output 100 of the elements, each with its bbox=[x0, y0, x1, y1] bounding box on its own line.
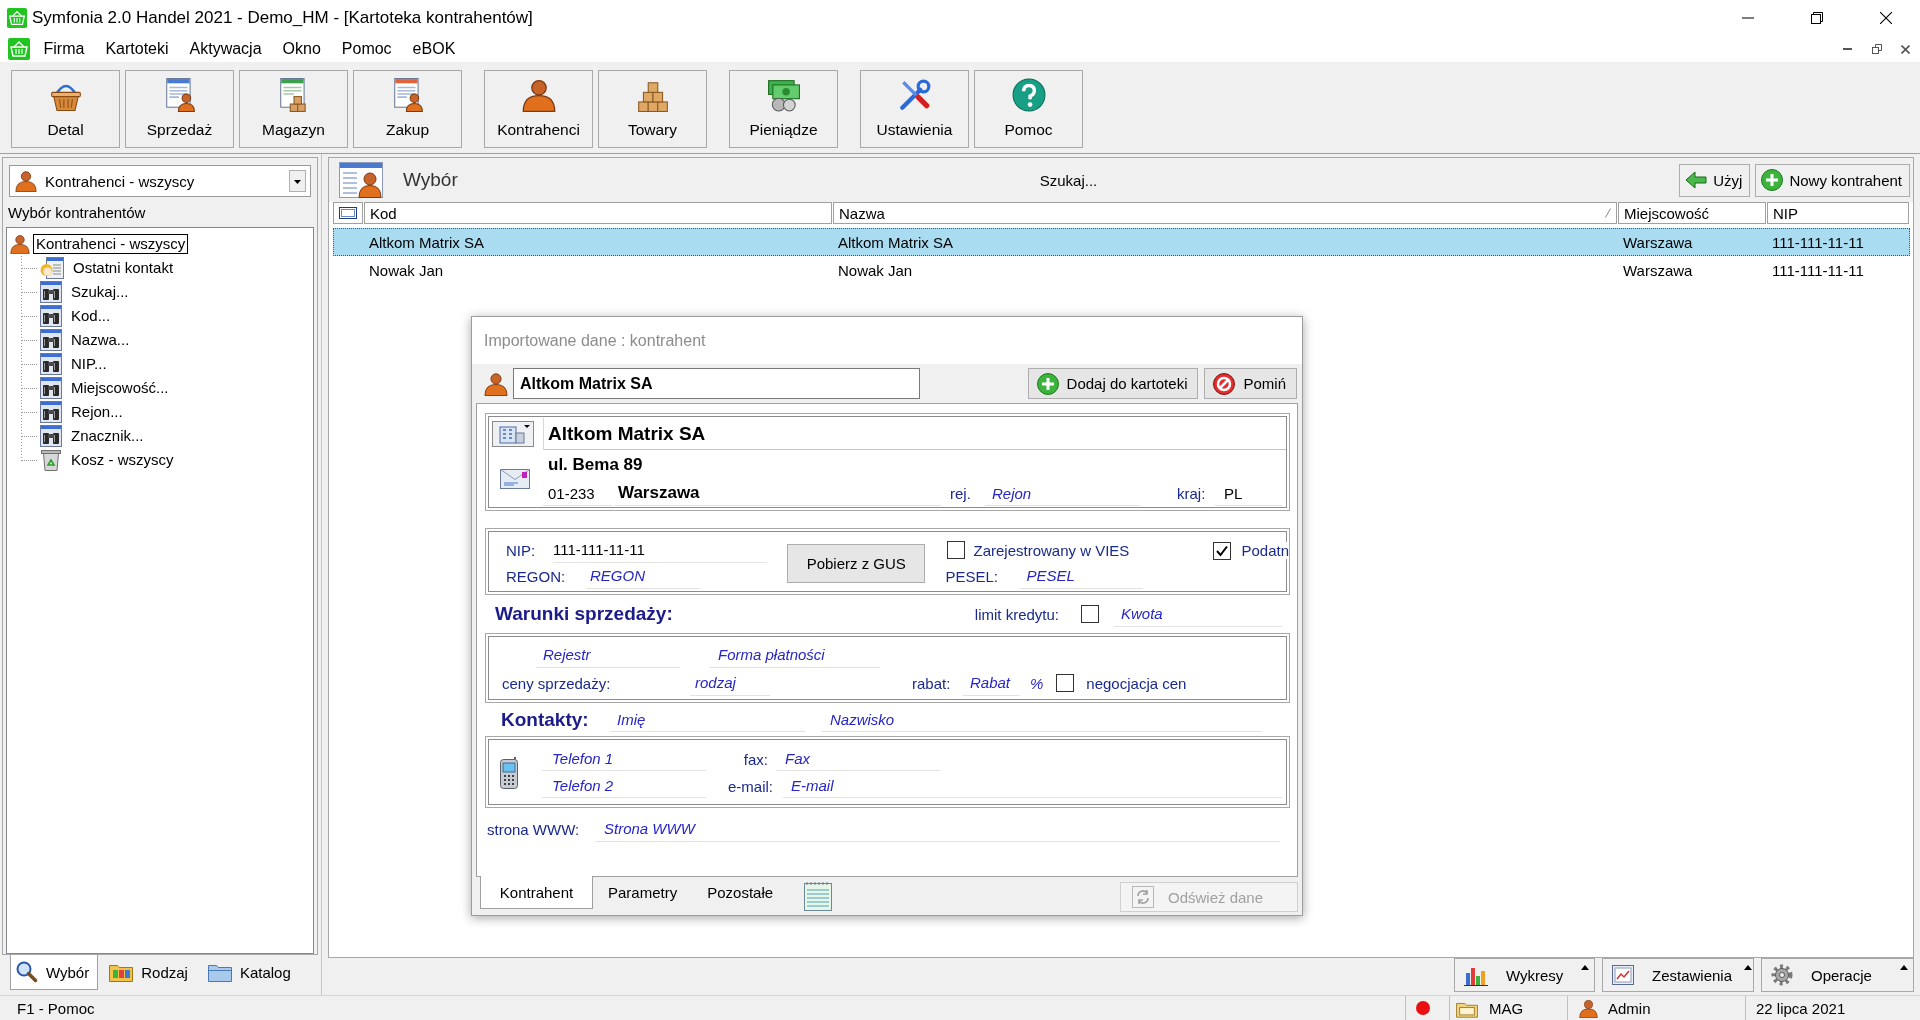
nip-field[interactable]: 111-111-11-11 bbox=[553, 537, 768, 563]
toolbar-button[interactable]: Kontrahenci bbox=[484, 70, 593, 148]
payment-form-field[interactable]: Forma płatności bbox=[710, 642, 880, 668]
toolbar-button[interactable]: Detal bbox=[11, 70, 120, 148]
tree-item[interactable]: Znacznik... bbox=[68, 426, 147, 446]
credit-amount-field[interactable]: Kwota bbox=[1114, 601, 1282, 627]
notepad-icon bbox=[804, 881, 833, 911]
menu-item[interactable]: Okno bbox=[272, 38, 332, 60]
checkbox[interactable] bbox=[1081, 605, 1099, 623]
tree-item[interactable]: Nazwa... bbox=[68, 330, 133, 350]
help-icon bbox=[1011, 78, 1046, 112]
person-icon bbox=[484, 371, 508, 396]
column-header[interactable]: Kod bbox=[364, 202, 832, 224]
status-text: Admin bbox=[1608, 999, 1651, 1017]
banknotes-coins-icon bbox=[766, 78, 801, 112]
column-header[interactable]: Nazwa bbox=[833, 202, 1617, 224]
toolbar-button[interactable]: Towary bbox=[598, 70, 707, 148]
website-field[interactable]: Strona WWW bbox=[596, 816, 1280, 842]
phone-field[interactable]: Telefon 1 bbox=[542, 746, 706, 771]
toolbar-button[interactable]: Ustawienia bbox=[860, 70, 969, 148]
report-button[interactable]: Operacje bbox=[1761, 958, 1914, 992]
tab[interactable]: Pozostałe bbox=[692, 876, 789, 909]
checkbox[interactable] bbox=[1213, 541, 1232, 560]
toolbar-button[interactable]: Zakup bbox=[353, 70, 462, 148]
tree-item[interactable]: Ostatni kontakt bbox=[70, 258, 177, 278]
price-type-field[interactable]: rodzaj bbox=[690, 670, 770, 696]
table-row[interactable]: Nowak Jan Nowak Jan Warszawa 111-111-11-11 bbox=[333, 256, 1910, 284]
region-label: rej. bbox=[950, 485, 972, 502]
use-button[interactable]: Użyj bbox=[1679, 163, 1751, 197]
status-text: 22 lipca 2021 bbox=[1756, 999, 1846, 1017]
checkbox-label: Zarejestrowany w VIES bbox=[973, 541, 1130, 559]
checkbox[interactable] bbox=[947, 541, 966, 559]
add-button[interactable]: Dodaj do kartoteki bbox=[1027, 368, 1199, 399]
tree-item[interactable]: Kosz - wszyscy bbox=[68, 450, 177, 470]
frame-icon bbox=[339, 207, 357, 219]
tree-title: Wybór kontrahentów bbox=[8, 203, 146, 221]
table-row[interactable]: Altkom Matrix SA Altkom Matrix SA Warszawa 111-111-11-11 bbox=[333, 228, 1910, 256]
register-field[interactable]: Rejestr bbox=[536, 642, 680, 668]
pesel-field[interactable]: PESEL bbox=[1020, 563, 1144, 589]
tab[interactable]: Rodzaj bbox=[103, 955, 197, 990]
first-name-field[interactable]: Imię bbox=[610, 707, 805, 732]
pesel-label: PESEL: bbox=[945, 567, 999, 585]
binoculars-icon bbox=[40, 425, 62, 447]
unit-label: % bbox=[1030, 674, 1044, 692]
gus-button[interactable]: Pobierz z GUS bbox=[787, 543, 926, 583]
toolbar-button[interactable]: Pieniądze bbox=[729, 70, 838, 148]
new-contractor-button[interactable]: Nowy kontrahent bbox=[1755, 163, 1910, 197]
menu-item[interactable]: Kartoteki bbox=[94, 38, 180, 60]
tree-item[interactable]: Kod... bbox=[68, 306, 114, 326]
tab[interactable]: Kontrahent bbox=[480, 876, 593, 909]
company-name-field[interactable]: Altkom Matrix SA bbox=[543, 418, 1286, 450]
report-button[interactable]: Zestawienia bbox=[1602, 958, 1754, 992]
report-button[interactable]: Wykresy bbox=[1454, 958, 1595, 992]
menu-item[interactable]: eBOK bbox=[402, 38, 466, 60]
region-field[interactable]: Rejon bbox=[985, 481, 1140, 506]
name-field[interactable]: Altkom Matrix SA bbox=[513, 368, 920, 399]
country-field[interactable]: PL bbox=[1215, 481, 1283, 506]
last-name-field[interactable]: Nazwisko bbox=[822, 707, 1262, 732]
table-cell-text: Nowak Jan bbox=[837, 261, 914, 279]
tree-item[interactable]: Rejon... bbox=[68, 402, 126, 422]
tools-icon bbox=[897, 78, 932, 112]
envelope-icon bbox=[500, 468, 530, 489]
tab[interactable]: Katalog bbox=[201, 955, 300, 990]
menu-item[interactable]: Firma bbox=[33, 38, 95, 60]
menu-item[interactable]: Pomoc bbox=[331, 38, 403, 60]
plus-icon bbox=[1761, 169, 1784, 191]
email-field[interactable]: E-mail bbox=[783, 773, 1282, 798]
column-header[interactable]: NIP bbox=[1767, 202, 1909, 224]
discount-field[interactable]: Rabat bbox=[963, 670, 1020, 696]
checkbox[interactable] bbox=[1056, 674, 1075, 692]
toolbar-button[interactable]: Sprzedaż bbox=[125, 70, 234, 148]
tab[interactable]: Parametry bbox=[593, 876, 693, 909]
fax-field[interactable]: Fax bbox=[776, 746, 940, 771]
regon-field[interactable]: REGON bbox=[586, 563, 700, 589]
toolbar-button[interactable]: Pomoc bbox=[974, 70, 1083, 148]
gear-icon bbox=[1771, 964, 1793, 986]
tree-item[interactable]: Kontrahenci - wszyscy bbox=[33, 234, 189, 254]
regon-label: REGON: bbox=[506, 567, 567, 585]
tree-item[interactable]: Miejscowość... bbox=[68, 378, 172, 398]
binoculars-icon bbox=[40, 377, 62, 399]
column-header[interactable]: Miejscowość bbox=[1618, 202, 1766, 224]
tab[interactable]: Wybór bbox=[10, 955, 99, 990]
search-icon bbox=[16, 961, 38, 983]
tree-item[interactable]: NIP... bbox=[68, 354, 110, 374]
line-chart-icon bbox=[1612, 965, 1634, 985]
skip-button[interactable]: Pomiń bbox=[1204, 368, 1297, 399]
tree-item[interactable]: Szukaj... bbox=[68, 282, 132, 302]
binoculars-icon bbox=[40, 353, 62, 375]
website-label: strona WWW: bbox=[487, 820, 581, 838]
country-label: kraj: bbox=[1177, 485, 1207, 502]
restore-icon bbox=[1810, 12, 1823, 24]
city-field[interactable]: Warszawa bbox=[615, 481, 941, 506]
menu-item[interactable]: Aktywacja bbox=[179, 38, 273, 60]
toolbar-button[interactable]: Magazyn bbox=[239, 70, 348, 148]
discount-label: rabat: bbox=[912, 674, 952, 692]
postal-code-field[interactable]: 01-233 bbox=[543, 481, 612, 506]
phone-field[interactable]: Telefon 2 bbox=[542, 773, 706, 798]
street-field[interactable]: ul. Bema 89 bbox=[543, 450, 1286, 480]
column-chooser[interactable] bbox=[333, 202, 363, 224]
filter-dropdown[interactable]: Kontrahenci - wszyscy bbox=[9, 165, 311, 197]
